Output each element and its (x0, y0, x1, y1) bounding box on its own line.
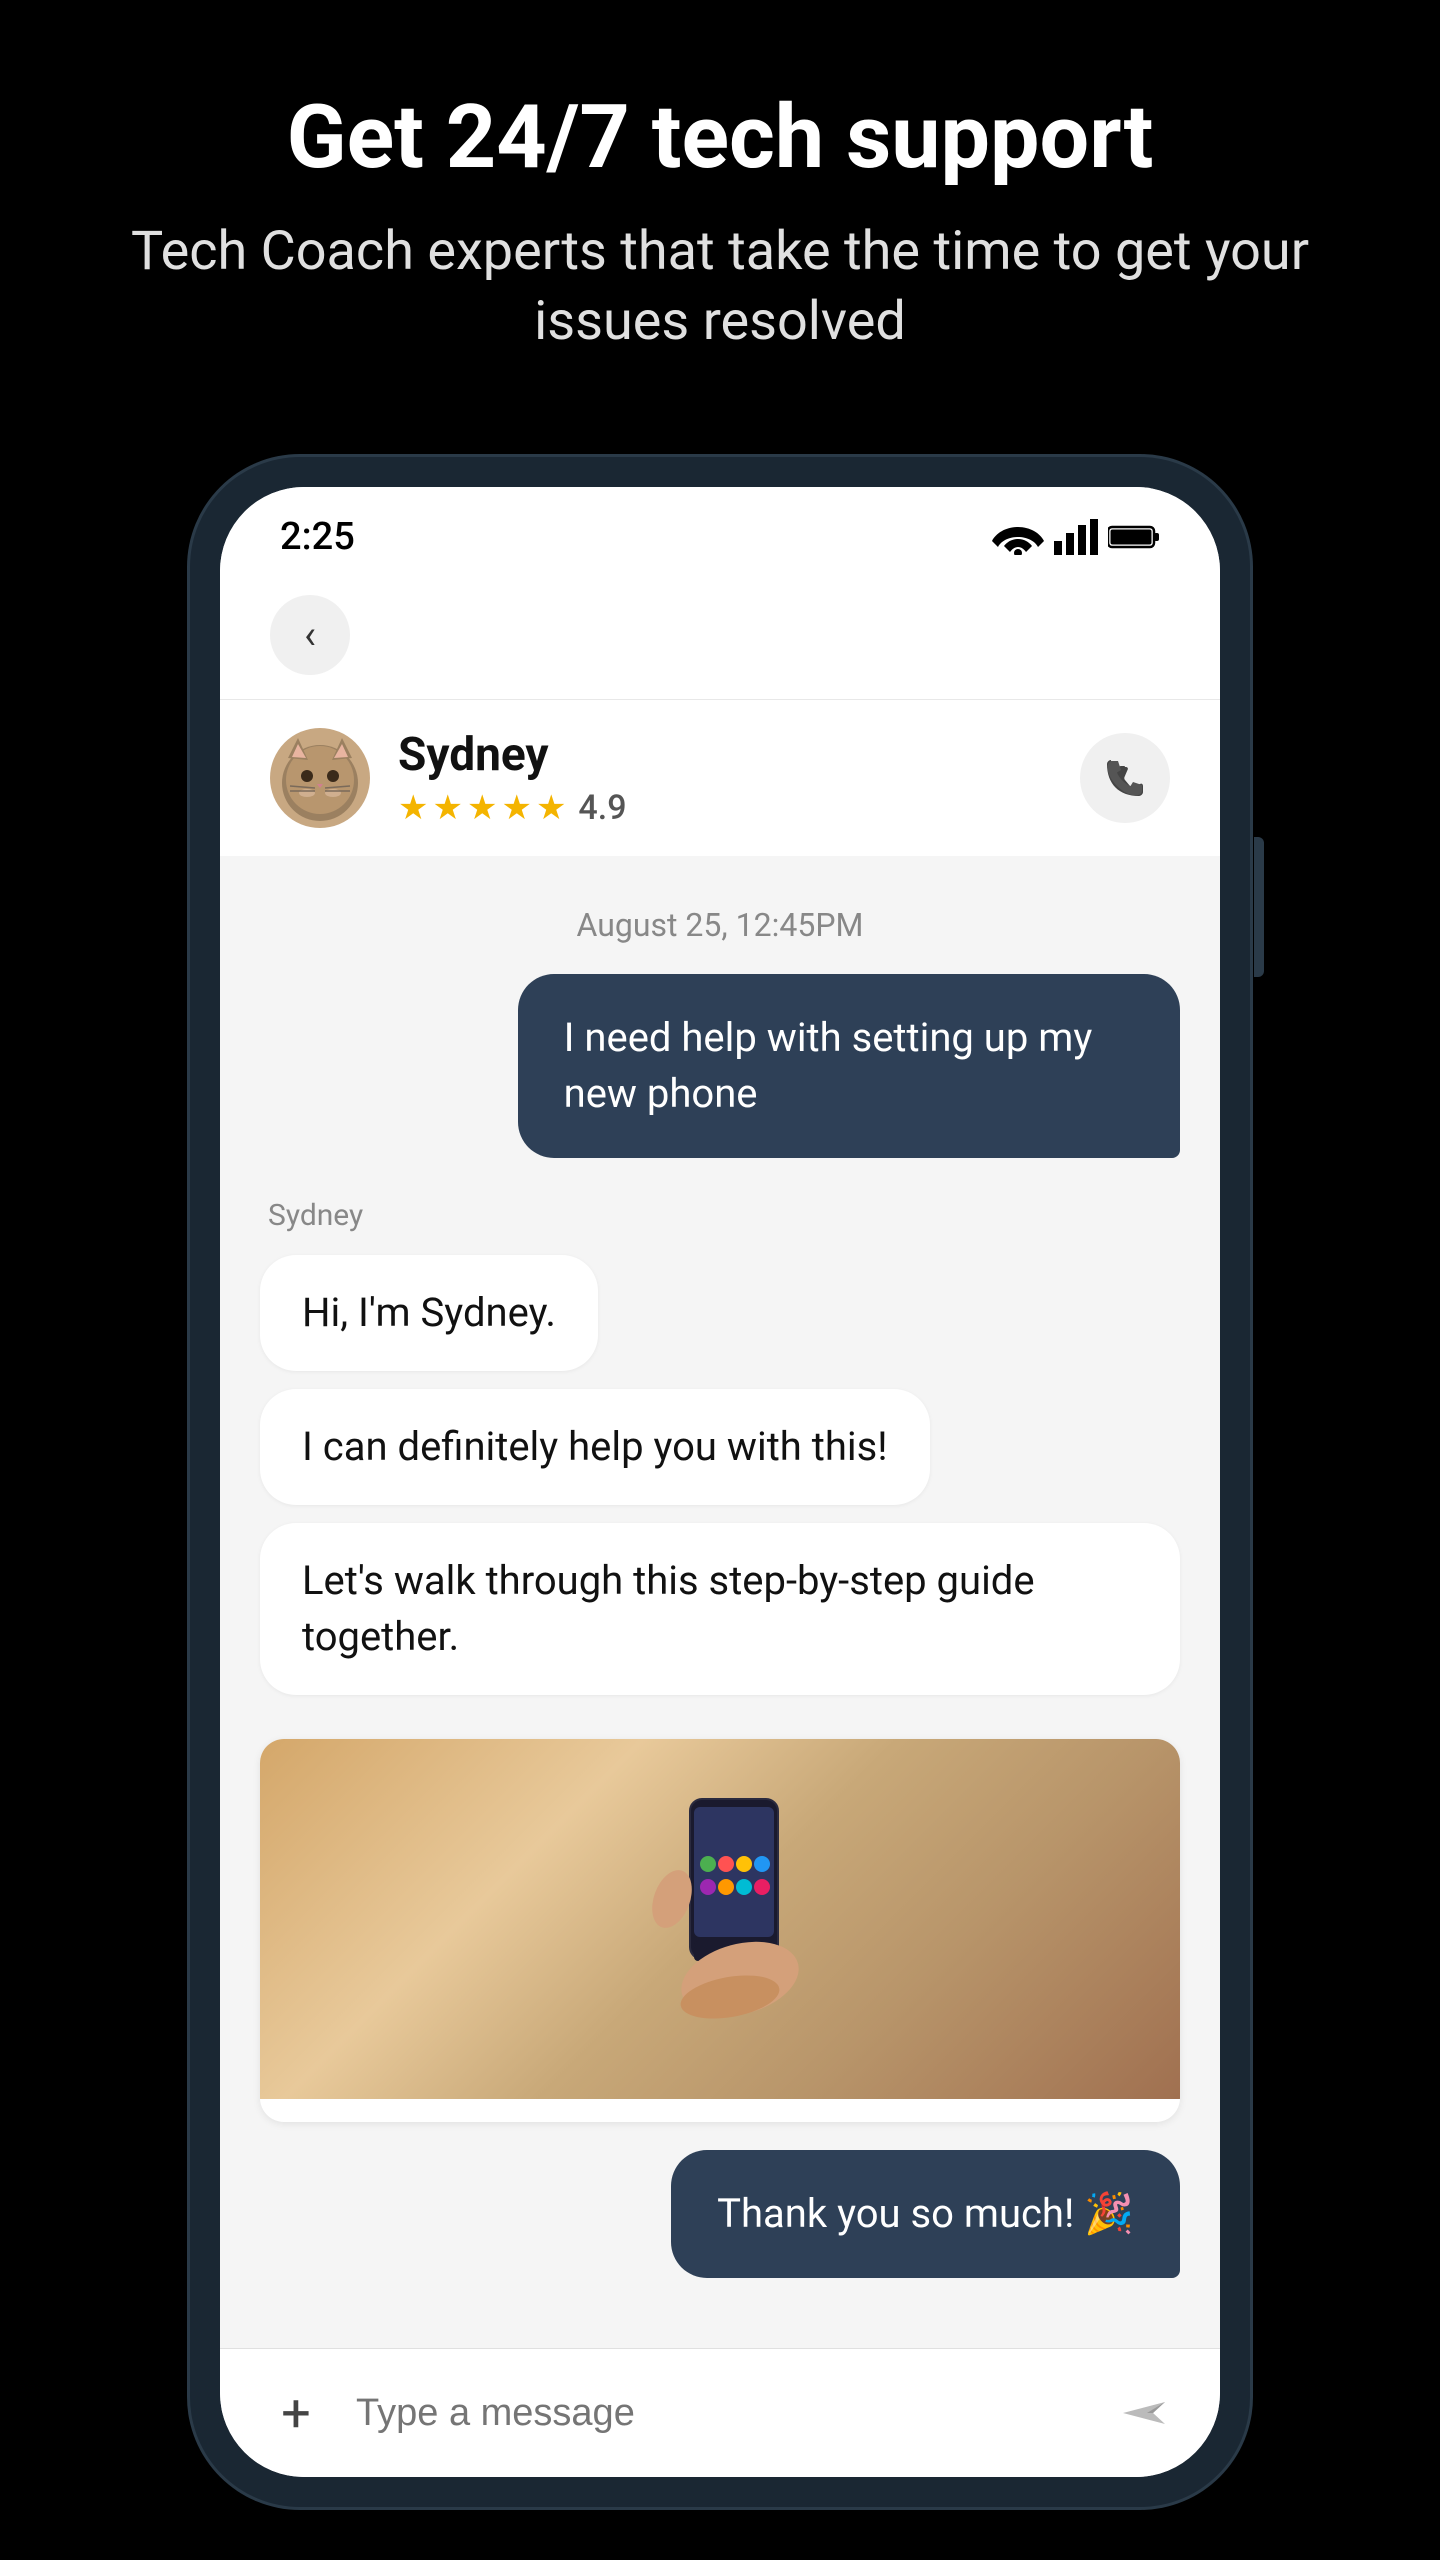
agent-info: Sydney ★ ★ ★ ★ ★ 4.9 (270, 728, 627, 828)
article-image (260, 1739, 1180, 2099)
stars: ★ ★ ★ ★ ★ (398, 788, 566, 828)
avatar (270, 728, 370, 828)
agent-message-group: Sydney Hi, I'm Sydney. I can definitely … (260, 1198, 1180, 1695)
article-footer: How to set up a new phone Read more › (260, 2099, 1180, 2122)
article-card: How to set up a new phone Read more › (260, 1739, 1180, 2122)
signal-icon (1054, 519, 1098, 555)
chat-header: Sydney ★ ★ ★ ★ ★ 4.9 (220, 700, 1220, 856)
phone-in-hand-illustration (590, 1749, 850, 2089)
star-5: ★ (536, 788, 566, 828)
status-time: 2:25 (280, 515, 355, 559)
agent-details: Sydney ★ ★ ★ ★ ★ 4.9 (398, 728, 627, 828)
add-attachment-button[interactable]: + (260, 2377, 332, 2449)
cat-avatar-svg (270, 728, 370, 828)
agent-bubble-3: Let's walk through this step-by-step gui… (260, 1523, 1180, 1695)
page-subtitle: Tech Coach experts that take the time to… (80, 217, 1360, 357)
star-1: ★ (398, 788, 428, 828)
battery-icon (1108, 524, 1160, 550)
wifi-icon (992, 519, 1044, 555)
input-bar: + (220, 2348, 1220, 2477)
star-3: ★ (467, 788, 497, 828)
back-arrow-icon: ‹ (304, 615, 316, 655)
star-2: ★ (432, 788, 462, 828)
phone-frame: 2:25 (190, 457, 1250, 2507)
page-title: Get 24/7 tech support (80, 90, 1360, 187)
status-bar: 2:25 (220, 487, 1220, 575)
nav-bar: ‹ (220, 575, 1220, 700)
send-icon (1119, 2392, 1169, 2434)
thank-you-message: Thank you so much! 🎉 (260, 2150, 1180, 2278)
thank-you-bubble: Thank you so much! 🎉 (671, 2150, 1180, 2278)
agent-label: Sydney (268, 1198, 363, 1233)
header-section: Get 24/7 tech support Tech Coach experts… (0, 0, 1440, 417)
message-input[interactable] (356, 2392, 1084, 2435)
phone-wrapper: 2:25 (190, 457, 1250, 2507)
agent-rating: ★ ★ ★ ★ ★ 4.9 (398, 788, 627, 828)
phone-screen: 2:25 (220, 487, 1220, 2477)
phone-icon (1103, 756, 1147, 800)
message-timestamp: August 25, 12:45PM (260, 906, 1180, 944)
agent-bubble-2: I can definitely help you with this! (260, 1389, 930, 1505)
user-message: I need help with setting up my new phone (260, 974, 1180, 1158)
agent-bubble-1: Hi, I'm Sydney. (260, 1255, 598, 1371)
star-4: ★ (501, 788, 531, 828)
agent-name: Sydney (398, 728, 627, 782)
send-button[interactable] (1108, 2377, 1180, 2449)
call-button[interactable] (1080, 733, 1170, 823)
user-bubble: I need help with setting up my new phone (518, 974, 1180, 1158)
back-button[interactable]: ‹ (270, 595, 350, 675)
chat-messages: August 25, 12:45PM I need help with sett… (220, 856, 1220, 2348)
status-icons (992, 519, 1160, 555)
rating-number: 4.9 (578, 788, 626, 828)
